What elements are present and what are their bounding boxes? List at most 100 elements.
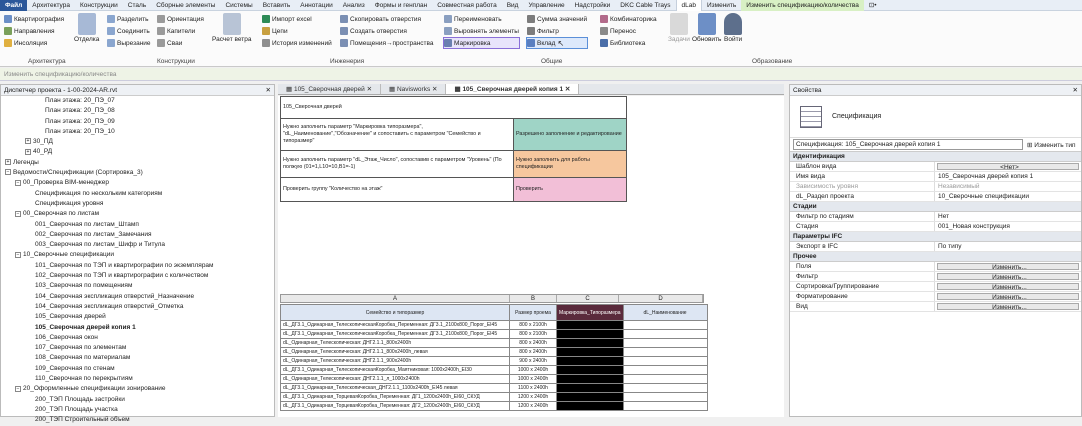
menu-item[interactable]: Файл bbox=[0, 0, 28, 11]
cell-name[interactable] bbox=[622, 338, 708, 348]
property-section[interactable]: Стадии bbox=[790, 202, 1081, 212]
table-row[interactable]: dL_ДГ3.1_Одинарная_ТорцеваяКоробка_Перем… bbox=[280, 392, 708, 402]
cell-size[interactable]: 800 x 2400h bbox=[509, 347, 557, 357]
property-value[interactable]: Независимый bbox=[935, 182, 1081, 191]
expand-icon[interactable]: + bbox=[25, 138, 31, 145]
tree-item[interactable]: 001_Сверочная по листам_Штамп bbox=[1, 220, 274, 230]
tree-item[interactable]: −00_Сверочная по листам bbox=[1, 209, 274, 219]
cell-name[interactable] bbox=[622, 401, 708, 411]
marking-button[interactable]: Маркировка bbox=[443, 37, 520, 49]
menu-item[interactable]: Конструкции bbox=[75, 0, 123, 11]
cell-marking[interactable] bbox=[556, 320, 624, 330]
filter-button[interactable]: Фильтр bbox=[527, 26, 587, 36]
tree-item[interactable]: 110_Сверочная по перекрытиям bbox=[1, 374, 274, 384]
menu-item[interactable]: Сборные элементы bbox=[151, 0, 220, 11]
table-row[interactable]: dL_Одинарная_Телескопическая: ДНГ2.1.1_8… bbox=[280, 338, 708, 348]
edit-type-button[interactable]: ⊞ Изменить тип bbox=[1027, 141, 1076, 149]
cell-name[interactable] bbox=[622, 392, 708, 402]
tree-item[interactable]: 108_Сверочная по материалам bbox=[1, 353, 274, 363]
close-icon[interactable]: ✕ bbox=[430, 86, 437, 93]
cell-size[interactable]: 1000 x 2400h bbox=[509, 374, 557, 384]
table-row[interactable]: dL_ДГ3.1_Одинарная_ТелескопическаяКоробк… bbox=[280, 329, 708, 339]
cell-family[interactable]: dL_Одинарная_Телескопическая: ДНГ2.1.1_8… bbox=[280, 338, 510, 348]
cell-size[interactable]: 800 x 2100h bbox=[509, 329, 557, 339]
tree-item[interactable]: 105_Сверочная дверей bbox=[1, 312, 274, 322]
header-name[interactable]: dL_Наименование bbox=[622, 304, 708, 321]
cell-marking[interactable] bbox=[556, 374, 624, 384]
tree-item[interactable]: + Легенды bbox=[1, 158, 274, 168]
property-value[interactable]: 001_Новая конструкция bbox=[935, 222, 1081, 231]
ribbon-toggle-icon[interactable]: ⊡• bbox=[864, 0, 882, 11]
cell-family[interactable]: dL_ДГ3.1_Одинарная_ТелескопическаяКоробк… bbox=[280, 320, 510, 330]
menu-item[interactable]: Системы bbox=[220, 0, 257, 11]
cell-size[interactable]: 1000 x 2400h bbox=[509, 365, 557, 375]
header-size[interactable]: Размер проема bbox=[509, 304, 557, 321]
edit-button[interactable]: Изменить... bbox=[937, 303, 1079, 310]
tree-item[interactable]: Спецификация уровня bbox=[1, 199, 274, 209]
tasks-button[interactable]: Задачи bbox=[668, 13, 690, 43]
menu-item[interactable]: Вид bbox=[502, 0, 524, 11]
cell-size[interactable]: 1200 x 2400h bbox=[509, 401, 557, 411]
tree-item[interactable]: 102_Сверочная по ТЭП и квартирографии с … bbox=[1, 271, 274, 281]
tree-item[interactable]: +30_ПД bbox=[1, 137, 274, 147]
view-tab[interactable]: ▦ Navisworks ✕ bbox=[381, 84, 447, 94]
align-button[interactable]: Выровнять элементы bbox=[444, 26, 519, 36]
cell-family[interactable]: dL_ДГ3.1_Одинарная_ТелескопическаяКоробк… bbox=[280, 329, 510, 339]
cell-name[interactable] bbox=[622, 365, 708, 375]
tree-item[interactable]: −00_Проверка BIM-менеджер bbox=[1, 178, 274, 188]
import-excel-button[interactable]: Импорт excel bbox=[262, 14, 332, 24]
menu-item[interactable]: DKC Cable Trays bbox=[615, 0, 675, 11]
circuits-button[interactable]: Цепи bbox=[262, 26, 332, 36]
edit-button[interactable]: Изменить... bbox=[937, 273, 1079, 280]
tree-item[interactable]: 107_Сверочная по элементам bbox=[1, 343, 274, 353]
tree-item[interactable]: Спецификация по нескольким категориям bbox=[1, 189, 274, 199]
view-tab[interactable]: ▦ 105_Сверочная дверей копия 1 ✕ bbox=[446, 84, 580, 94]
close-icon[interactable]: ✕ bbox=[1073, 85, 1078, 96]
finishing-button[interactable]: Отделка bbox=[74, 13, 99, 43]
tree-item[interactable]: План этажа: 20_ПЭ_08 bbox=[1, 106, 274, 116]
table-row[interactable]: dL_ДГ3.1_Одинарная_ТорцеваяКоробка_Перем… bbox=[280, 401, 708, 411]
tree-item[interactable]: План этажа: 20_ПЭ_09 bbox=[1, 117, 274, 127]
cell-family[interactable]: dL_Одинарная_Телескопическая: ДНГ2.1.1_л… bbox=[280, 374, 510, 384]
tree-item[interactable]: 104_Сверочная экспликация отверстий_Отме… bbox=[1, 302, 274, 312]
expand-icon[interactable]: − bbox=[15, 179, 21, 186]
cell-marking[interactable] bbox=[556, 392, 624, 402]
col-a[interactable]: A bbox=[281, 295, 510, 302]
combinatorics-button[interactable]: Комбинаторика bbox=[600, 14, 657, 24]
insert-button[interactable]: Вклад ↖ bbox=[525, 37, 589, 49]
tree-item[interactable]: 103_Сверочная по помещениям bbox=[1, 281, 274, 291]
login-button[interactable]: Войти bbox=[724, 13, 742, 43]
property-value[interactable]: По типу bbox=[935, 242, 1081, 251]
close-icon[interactable]: ✕ bbox=[266, 85, 271, 96]
menu-item[interactable]: Надстройки bbox=[570, 0, 616, 11]
tree-item[interactable]: 101_Сверочная по ТЭП и квартирографии по… bbox=[1, 261, 274, 271]
col-b[interactable]: B bbox=[510, 295, 557, 302]
cell-family[interactable]: dL_Одинарная_Телескопическая: ДНГ2.1.1_9… bbox=[280, 356, 510, 366]
table-row[interactable]: dL_ДГ3.1_Одинарная_ТелескопическаяКоробк… bbox=[280, 365, 708, 375]
tree-item[interactable]: −20_Оформленные спецификации зонирование bbox=[1, 384, 274, 394]
tree-item[interactable]: 105_Сверочная дверей копия 1 bbox=[1, 323, 274, 333]
cut-button[interactable]: Вырезание bbox=[107, 38, 151, 48]
orientation-button[interactable]: Ориентация bbox=[157, 14, 204, 24]
table-row[interactable]: dL_Одинарная_Телескопическая: ДНГ2.1.1_л… bbox=[280, 374, 708, 384]
table-row[interactable]: dL_Одинарная_Телескопическая: ДНГ2.1.1_9… bbox=[280, 356, 708, 366]
capitals-button[interactable]: Капители bbox=[157, 26, 204, 36]
update-button[interactable]: Обновить bbox=[692, 13, 721, 43]
cell-size[interactable]: 800 x 2100h bbox=[509, 320, 557, 330]
sum-values-button[interactable]: Сумма значений bbox=[527, 14, 587, 24]
cell-marking[interactable] bbox=[556, 329, 624, 339]
view-tab[interactable]: ▦ 105_Сверочная дверей ✕ bbox=[278, 84, 382, 94]
copy-openings-button[interactable]: Скопировать отверстия bbox=[340, 14, 434, 24]
table-row[interactable]: dL_Одинарная_Телескопическая: ДНГ2.1.1_8… bbox=[280, 347, 708, 357]
menu-item[interactable]: Анализ bbox=[338, 0, 370, 11]
menu-item[interactable]: Совместная работа bbox=[432, 0, 501, 11]
tree-item[interactable]: 003_Сверочная по листам_Шифр и Титула bbox=[1, 240, 274, 250]
cell-marking[interactable] bbox=[556, 383, 624, 393]
expand-icon[interactable]: − bbox=[15, 251, 21, 258]
create-openings-button[interactable]: Создать отверстия bbox=[340, 26, 434, 36]
insolation-button[interactable]: Инсоляция bbox=[4, 38, 64, 48]
table-row[interactable]: dL_ДГ3.1_Одинарная_Телескопическая_ДНГ2.… bbox=[280, 383, 708, 393]
property-value[interactable]: 105_Сверочная дверей копия 1 bbox=[935, 172, 1081, 181]
tree-item[interactable]: План этажа: 20_ПЭ_07 bbox=[1, 96, 274, 106]
cell-name[interactable] bbox=[622, 374, 708, 384]
